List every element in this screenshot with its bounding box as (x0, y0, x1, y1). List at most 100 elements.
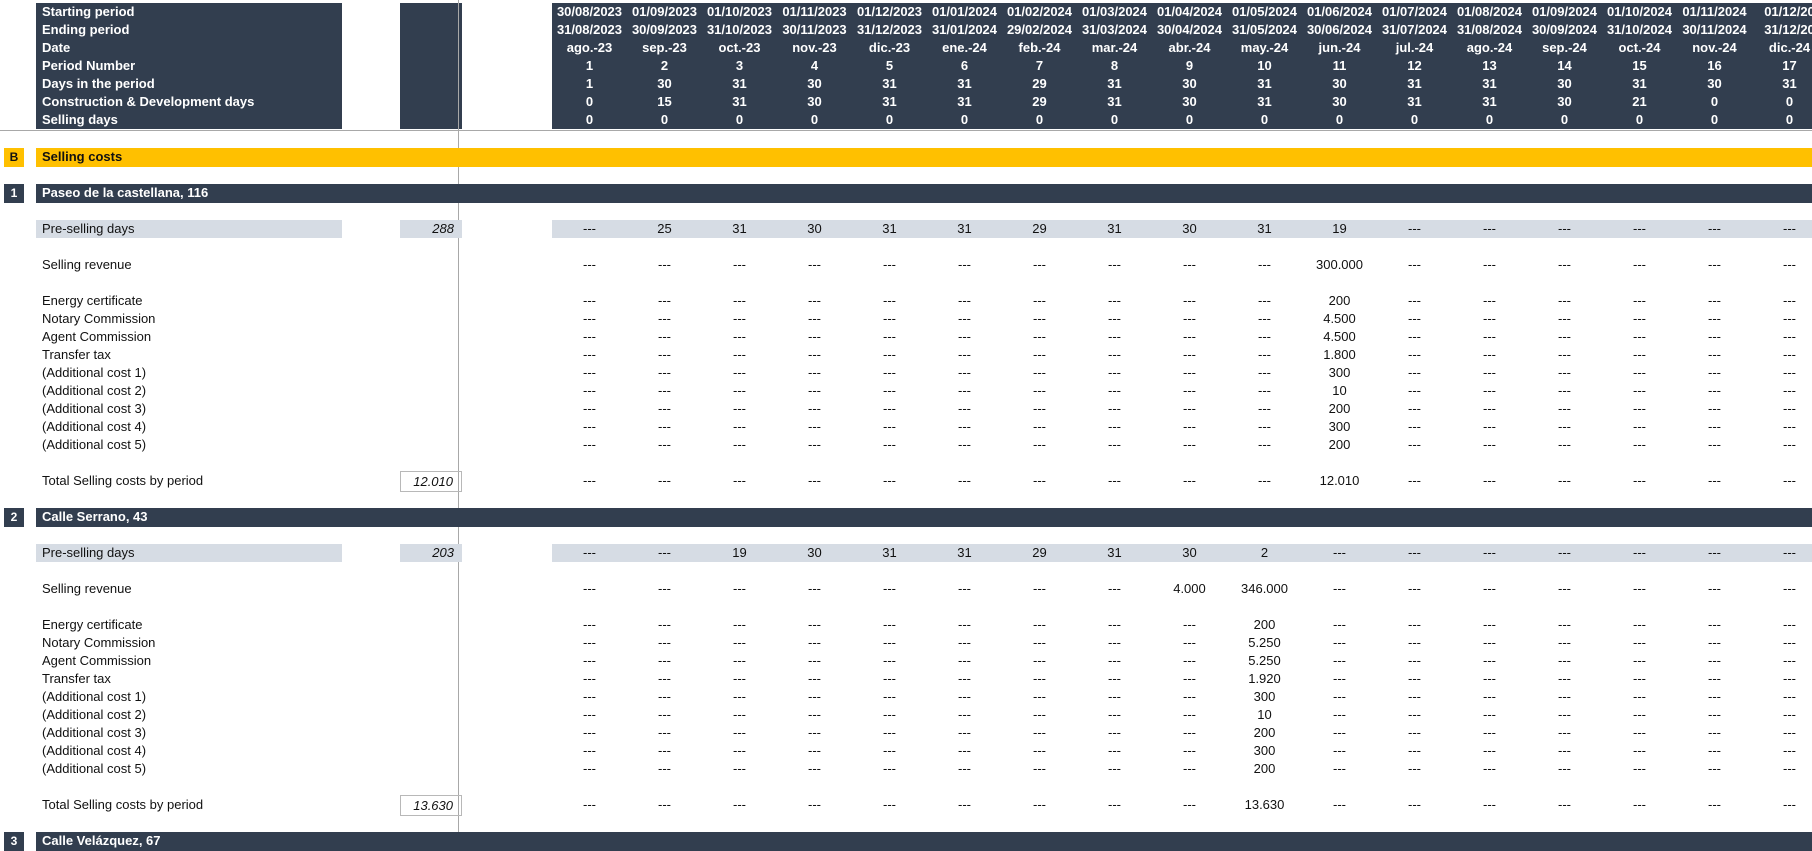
cost-cell[interactable]: --- (1377, 706, 1452, 724)
total-cell[interactable]: --- (1227, 472, 1302, 490)
header-cell[interactable]: 17 (1752, 57, 1812, 75)
header-cell[interactable]: 31 (1752, 75, 1812, 93)
cost-cell[interactable]: --- (927, 400, 1002, 418)
cost-cell[interactable]: --- (1452, 436, 1527, 454)
header-cell[interactable]: 21 (1602, 93, 1677, 111)
cost-cell[interactable]: --- (1452, 670, 1527, 688)
presell-cell[interactable]: 25 (627, 220, 702, 238)
total-cell[interactable]: --- (627, 472, 702, 490)
cost-cell[interactable]: --- (1527, 418, 1602, 436)
cost-cell[interactable]: --- (1152, 616, 1227, 634)
cost-cell[interactable]: --- (1002, 436, 1077, 454)
cost-cell[interactable]: --- (1002, 760, 1077, 778)
cost-cell[interactable]: --- (927, 436, 1002, 454)
cost-cell[interactable]: 200 (1227, 616, 1302, 634)
header-cell[interactable]: 0 (1752, 93, 1812, 111)
cost-cell[interactable]: --- (777, 706, 852, 724)
cost-cell[interactable]: --- (552, 328, 627, 346)
total-cell[interactable]: --- (1302, 796, 1377, 814)
cost-cell[interactable]: --- (1077, 724, 1152, 742)
header-cell[interactable]: 30/04/2024 (1152, 21, 1227, 39)
cost-cell[interactable]: --- (1677, 724, 1752, 742)
cost-cell[interactable]: --- (1152, 742, 1227, 760)
total-cell[interactable]: --- (1752, 796, 1812, 814)
cost-cell[interactable]: --- (927, 616, 1002, 634)
header-cell[interactable]: 0 (1602, 111, 1677, 129)
cost-cell[interactable]: --- (1377, 310, 1452, 328)
cost-cell[interactable]: --- (627, 688, 702, 706)
cost-cell[interactable]: --- (1152, 652, 1227, 670)
cost-cell[interactable]: --- (1377, 652, 1452, 670)
cost-cell[interactable]: --- (1077, 436, 1152, 454)
cost-cell[interactable]: --- (1602, 364, 1677, 382)
cost-cell[interactable]: --- (1602, 310, 1677, 328)
cost-cell[interactable]: --- (852, 382, 927, 400)
cost-cell[interactable]: --- (702, 328, 777, 346)
revenue-cell[interactable]: --- (627, 256, 702, 274)
presell-cell[interactable]: 30 (777, 544, 852, 562)
revenue-cell[interactable]: --- (1002, 580, 1077, 598)
cost-cell[interactable]: --- (1077, 346, 1152, 364)
cost-cell[interactable]: --- (1377, 346, 1452, 364)
header-cell[interactable]: 01/09/2023 (627, 3, 702, 21)
cost-cell[interactable]: --- (1077, 706, 1152, 724)
header-cell[interactable]: 31/10/2023 (702, 21, 777, 39)
cost-cell[interactable]: --- (1227, 364, 1302, 382)
presell-cell[interactable]: --- (1602, 544, 1677, 562)
cost-cell[interactable]: --- (1677, 328, 1752, 346)
presell-cell[interactable]: --- (552, 220, 627, 238)
cost-cell[interactable]: --- (777, 364, 852, 382)
cost-cell[interactable]: --- (1077, 652, 1152, 670)
header-cell[interactable]: 30 (1677, 75, 1752, 93)
revenue-cell[interactable]: --- (1677, 580, 1752, 598)
cost-cell[interactable]: --- (1077, 418, 1152, 436)
header-cell[interactable]: 0 (1077, 111, 1152, 129)
cost-cell[interactable]: 200 (1227, 724, 1302, 742)
total-cell[interactable]: --- (1602, 796, 1677, 814)
total-sum-box[interactable]: 13.630 (400, 795, 462, 816)
header-cell[interactable]: dic.-24 (1752, 39, 1812, 57)
presell-cell[interactable]: --- (1677, 220, 1752, 238)
header-cell[interactable]: 30 (777, 93, 852, 111)
revenue-cell[interactable]: 300.000 (1302, 256, 1377, 274)
cost-cell[interactable]: --- (552, 688, 627, 706)
presell-cell[interactable]: --- (1602, 220, 1677, 238)
header-cell[interactable]: 01/12/20 (1752, 3, 1812, 21)
cost-cell[interactable]: --- (777, 382, 852, 400)
header-cell[interactable]: 1 (552, 57, 627, 75)
total-cell[interactable]: --- (1752, 472, 1812, 490)
header-cell[interactable]: 31 (1077, 75, 1152, 93)
presell-cell[interactable]: --- (1452, 220, 1527, 238)
cost-cell[interactable]: --- (1752, 616, 1812, 634)
cost-cell[interactable]: --- (1752, 328, 1812, 346)
total-sum-box[interactable]: 12.010 (400, 471, 462, 492)
header-cell[interactable]: 0 (1452, 111, 1527, 129)
presell-cell[interactable]: 31 (927, 220, 1002, 238)
cost-cell[interactable]: --- (1377, 382, 1452, 400)
cost-cell[interactable]: --- (552, 382, 627, 400)
cost-cell[interactable]: --- (702, 400, 777, 418)
presell-total[interactable]: 203 (400, 544, 462, 562)
cost-cell[interactable]: --- (627, 742, 702, 760)
cost-cell[interactable]: --- (1527, 688, 1602, 706)
cost-cell[interactable]: 200 (1302, 436, 1377, 454)
header-cell[interactable]: 31 (852, 93, 927, 111)
cost-cell[interactable]: --- (1077, 616, 1152, 634)
cost-cell[interactable]: --- (852, 652, 927, 670)
cost-cell[interactable]: --- (1077, 688, 1152, 706)
header-cell[interactable]: 01/11/2023 (777, 3, 852, 21)
cost-cell[interactable]: --- (1602, 742, 1677, 760)
cost-cell[interactable]: --- (1077, 292, 1152, 310)
cost-cell[interactable]: --- (777, 400, 852, 418)
cost-cell[interactable]: --- (627, 706, 702, 724)
cost-cell[interactable]: --- (1527, 652, 1602, 670)
header-cell[interactable]: 30 (1302, 75, 1377, 93)
header-cell[interactable]: 16 (1677, 57, 1752, 75)
cost-cell[interactable]: --- (1752, 652, 1812, 670)
presell-cell[interactable]: 19 (702, 544, 777, 562)
cost-cell[interactable]: --- (1527, 292, 1602, 310)
header-cell[interactable]: 5 (852, 57, 927, 75)
cost-cell[interactable]: --- (777, 616, 852, 634)
cost-cell[interactable]: --- (1002, 670, 1077, 688)
presell-cell[interactable]: --- (1452, 544, 1527, 562)
